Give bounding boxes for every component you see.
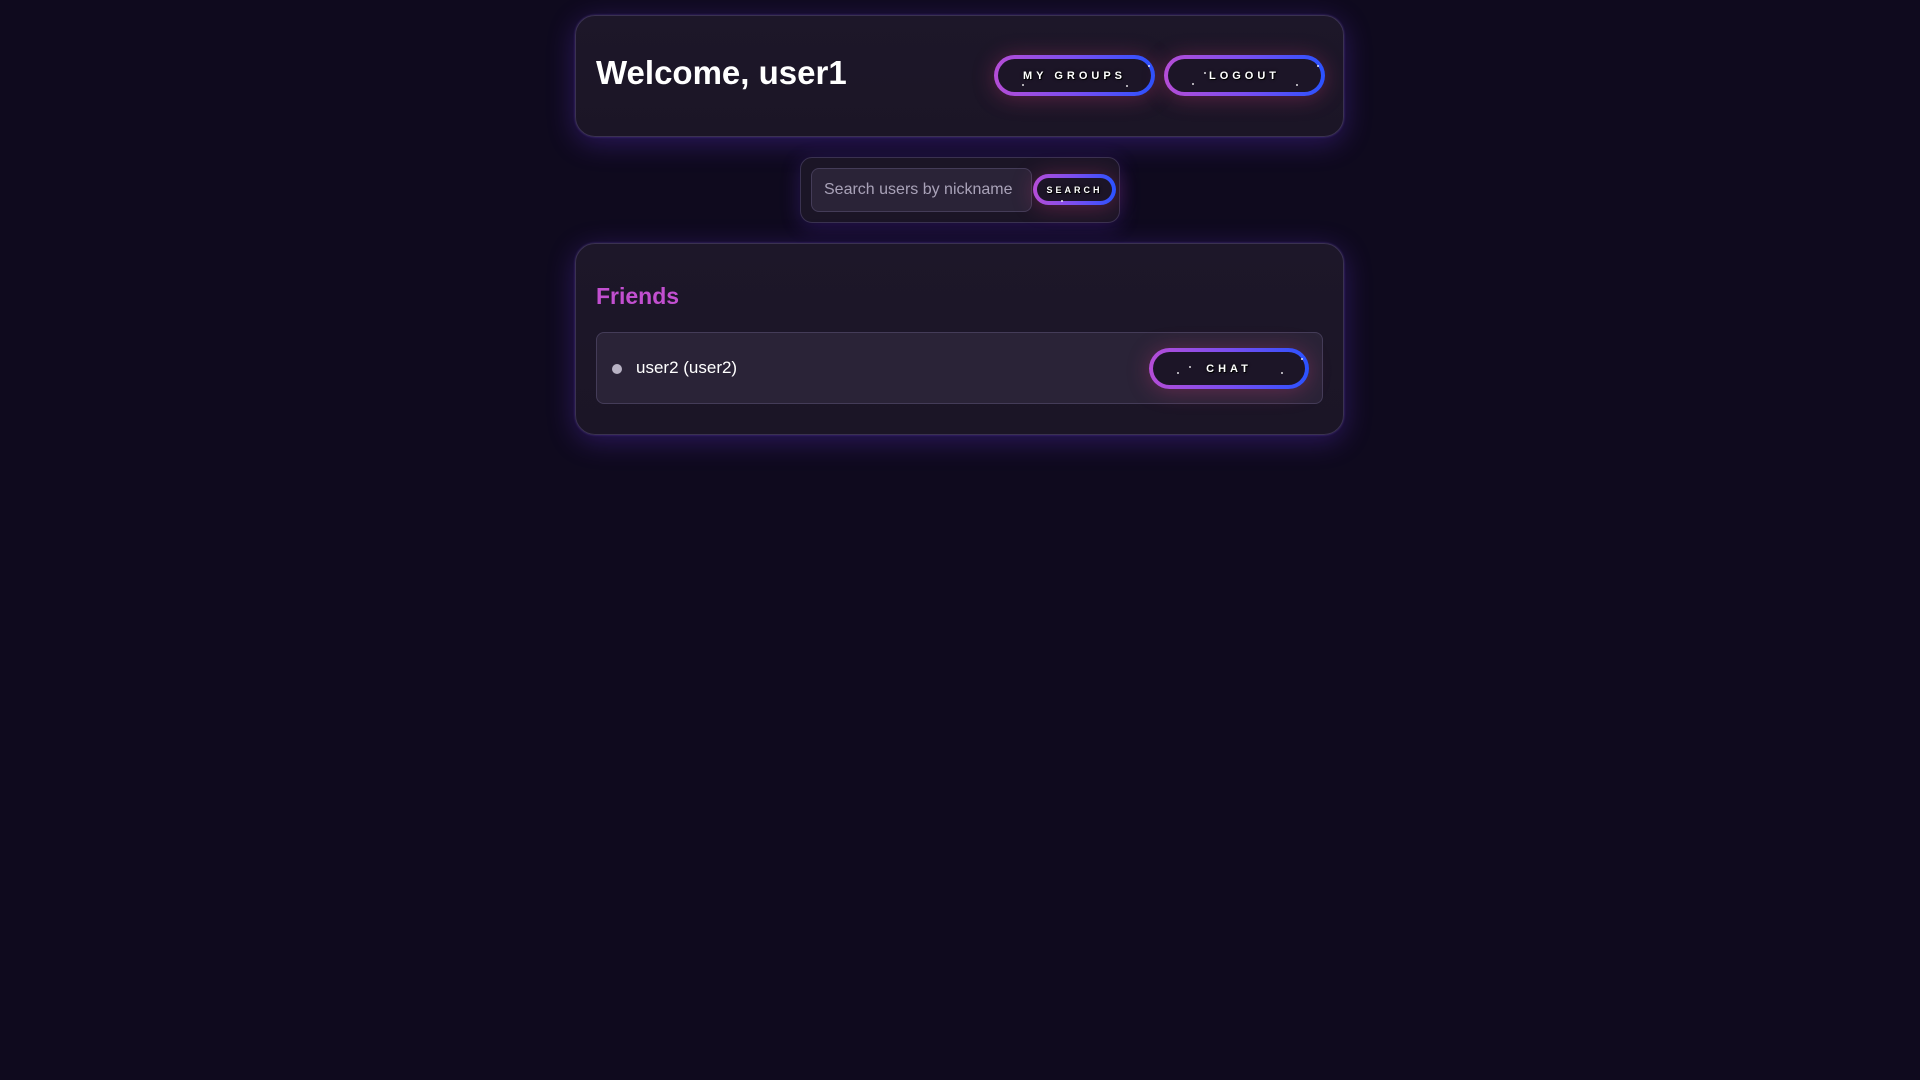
sparkle-decoration [1189,366,1191,368]
sparkle-decoration [1317,65,1319,67]
friend-list-item: user2 (user2) CHAT [596,332,1323,404]
sparkle-decoration [1192,83,1194,85]
friend-name: user2 (user2) [636,358,738,377]
friends-heading: Friends [596,283,680,309]
friends-card: Friends user2 (user2) CHAT [575,243,1344,435]
dashboard-page: Welcome, user1 MY GROUPS LOGOUT SEARCH F… [0,0,1920,1080]
sparkle-decoration [1022,84,1024,86]
chat-button-label: CHAT [1206,362,1252,375]
sparkle-decoration [1296,84,1298,86]
logout-button[interactable]: LOGOUT [1164,55,1325,96]
header-card: Welcome, user1 MY GROUPS LOGOUT [575,15,1344,137]
status-dot-icon [612,364,622,374]
search-button-label: SEARCH [1046,184,1103,195]
sparkle-decoration [1061,200,1063,202]
my-groups-button[interactable]: MY GROUPS [994,55,1155,96]
search-bar: SEARCH [800,157,1120,223]
search-input[interactable] [811,168,1032,212]
sparkle-decoration [1126,85,1128,87]
sparkle-decoration [1177,372,1179,374]
sparkle-decoration [1301,358,1303,360]
sparkle-decoration [1281,372,1283,374]
sparkle-decoration [1204,72,1206,74]
my-groups-label: MY GROUPS [1022,69,1127,82]
chat-button[interactable]: CHAT [1149,348,1309,389]
welcome-heading: Welcome, user1 [596,54,847,91]
logout-label: LOGOUT [1208,69,1281,82]
search-button[interactable]: SEARCH [1033,174,1116,205]
sparkle-decoration [1148,65,1150,67]
